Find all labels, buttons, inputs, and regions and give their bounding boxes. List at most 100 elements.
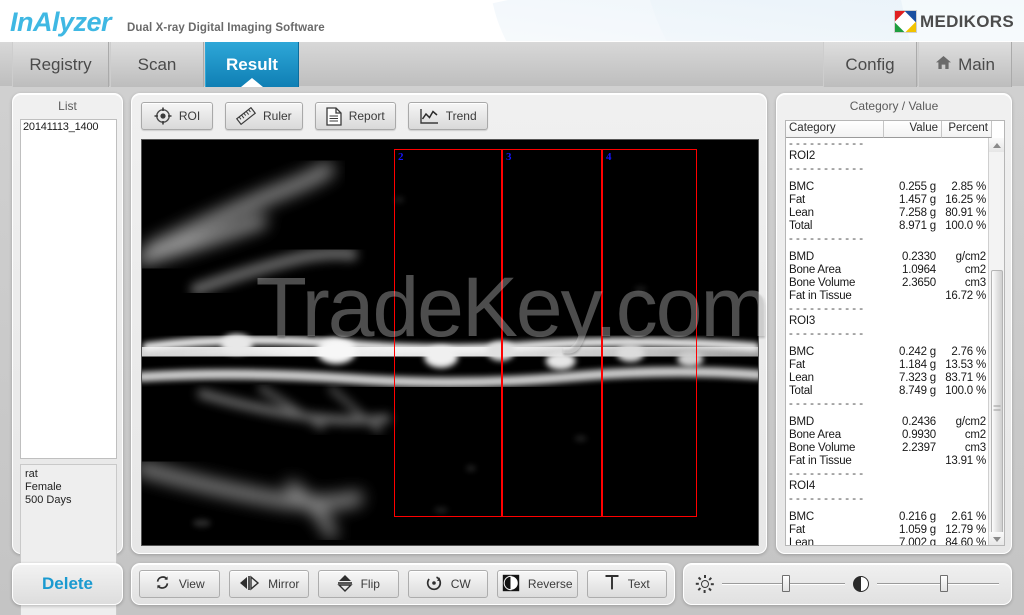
trend-button-label: Trend — [445, 109, 477, 123]
scroll-up-arrow-icon[interactable] — [989, 138, 1004, 152]
home-icon — [935, 55, 952, 75]
cell-percent: 83.71 % — [945, 372, 986, 384]
tab-main[interactable]: Main — [918, 42, 1012, 87]
subject-age: 500 Days — [25, 494, 72, 506]
table-row[interactable]: Lean 7.323 g 83.71 % — [786, 372, 989, 385]
table-group-header: ROI2 — [786, 150, 989, 163]
roi-label-2: 2 — [398, 151, 404, 163]
flip-vertical-icon — [336, 573, 353, 596]
tab-result[interactable]: Result — [205, 42, 299, 87]
rotate-clockwise-icon — [425, 574, 443, 595]
reverse-button-label: Reverse — [527, 577, 573, 591]
list-item[interactable]: 20141113_1400 — [21, 120, 116, 134]
cell-category: Lean — [789, 372, 814, 384]
cell-percent: 2.85 % — [951, 181, 986, 193]
cell-category: Fat in Tissue — [789, 455, 852, 467]
cell-category: Fat in Tissue — [789, 290, 852, 302]
crosshair-target-icon — [154, 107, 172, 125]
table-row[interactable]: Total 8.971 g 100.0 % — [786, 220, 989, 233]
cell-value: 0.2436 — [902, 416, 936, 428]
cell-percent: cm3 — [964, 277, 986, 289]
table-row[interactable]: Fat in Tissue 16.72 % — [786, 290, 989, 303]
ruler-button-label: Ruler — [263, 109, 292, 123]
cell-value — [868, 290, 936, 303]
table-group-header: ROI4 — [786, 480, 989, 493]
tab-registry[interactable]: Registry — [12, 42, 109, 87]
table-row[interactable]: BMC 0.242 g 2.76 % — [786, 346, 989, 359]
table-body[interactable]: - - - - - - - - - - - ROI2- - - - - - - -… — [786, 138, 989, 545]
brand-block: MEDIKORS — [893, 10, 1014, 33]
view-button[interactable]: View — [139, 570, 220, 598]
cell-value: 0.242 g — [899, 346, 936, 358]
roi-box-4[interactable]: 4 — [602, 149, 697, 517]
cell-percent: 2.76 % — [951, 346, 986, 358]
cell-category: BMC — [789, 346, 814, 358]
brightness-sun-icon — [695, 575, 714, 593]
ruler-icon — [236, 107, 256, 125]
brightness-slider-thumb[interactable] — [781, 575, 790, 592]
contrast-slider[interactable] — [876, 574, 999, 594]
trend-button[interactable]: Trend — [407, 102, 488, 130]
table-row[interactable]: Bone Volume 2.3650 cm3 — [786, 277, 989, 290]
table-row[interactable]: Fat 1.457 g 16.25 % — [786, 194, 989, 207]
table-row[interactable]: BMC 0.216 g 2.61 % — [786, 511, 989, 524]
contrast-slider-track — [876, 583, 999, 585]
delete-button-label: Delete — [41, 574, 94, 593]
document-icon — [326, 106, 342, 126]
image-viewer-panel: ROI Ruler Report Trend 2 3 4 — [131, 93, 767, 554]
text-button[interactable]: Text — [586, 570, 667, 598]
cell-category: Bone Volume — [789, 277, 856, 289]
table-group-name: ROI2 — [789, 150, 816, 162]
table-row[interactable]: Lean 7.002 g 84.60 % — [786, 537, 989, 545]
text-tool-icon — [604, 574, 620, 594]
table-row[interactable]: Bone Area 0.9930 cm2 — [786, 429, 989, 442]
scroll-down-arrow-icon[interactable] — [989, 532, 1004, 545]
xray-image[interactable]: 2 3 4 — [141, 139, 759, 546]
cell-percent: cm2 — [964, 264, 986, 276]
table-separator: - - - - - - - - - - - — [789, 328, 864, 340]
cell-percent: cm2 — [964, 429, 986, 441]
cell-percent: cm3 — [964, 442, 986, 454]
table-row[interactable]: Lean 7.258 g 80.91 % — [786, 207, 989, 220]
report-button[interactable]: Report — [314, 102, 396, 130]
table-separator: - - - - - - - - - - - — [789, 138, 864, 150]
cw-button[interactable]: CW — [407, 570, 488, 598]
cw-button-label: CW — [450, 577, 471, 591]
mirror-button[interactable]: Mirror — [228, 570, 309, 598]
tab-scan[interactable]: Scan — [110, 42, 204, 87]
brightness-slider[interactable] — [722, 574, 845, 594]
table-row[interactable]: Total 8.749 g 100.0 % — [786, 385, 989, 398]
roi-button-label: ROI — [178, 109, 201, 123]
tab-config[interactable]: Config — [823, 42, 917, 87]
table-separator: - - - - - - - - - - - — [789, 398, 864, 410]
cell-category: BMC — [789, 511, 814, 523]
table-separator: - - - - - - - - - - - — [789, 468, 864, 480]
table-row[interactable]: BMD 0.2330 g/cm2 — [786, 251, 989, 264]
table-row[interactable]: Fat in Tissue 13.91 % — [786, 455, 989, 468]
table-row[interactable]: Fat 1.184 g 13.53 % — [786, 359, 989, 372]
cell-category: BMD — [789, 416, 814, 428]
table-scrollbar[interactable] — [988, 138, 1004, 545]
delete-button[interactable]: Delete — [12, 563, 123, 605]
image-adjustment-bar — [683, 563, 1012, 605]
app-header: InAlyzer Dual X-ray Digital Imaging Soft… — [0, 0, 1024, 41]
table-row[interactable]: Bone Volume 2.2397 cm3 — [786, 442, 989, 455]
scan-list[interactable]: 20141113_1400 — [20, 119, 117, 459]
text-button-label: Text — [627, 577, 650, 591]
contrast-slider-thumb[interactable] — [939, 575, 948, 592]
roi-button[interactable]: ROI — [141, 102, 213, 130]
table-separator: - - - - - - - - - - - — [789, 493, 864, 505]
table-row[interactable]: Bone Area 1.0964 cm2 — [786, 264, 989, 277]
reverse-button[interactable]: Reverse — [497, 570, 578, 598]
cell-percent: 100.0 % — [945, 220, 986, 232]
table-row[interactable]: BMD 0.2436 g/cm2 — [786, 416, 989, 429]
scrollbar-thumb[interactable] — [991, 269, 1003, 545]
flip-button[interactable]: Flip — [318, 570, 399, 598]
results-table: Category Value Percent - - - - - - - - -… — [785, 120, 1005, 546]
cell-value: 8.749 g — [899, 385, 936, 397]
ruler-button[interactable]: Ruler — [225, 102, 303, 130]
table-row[interactable]: Fat 1.059 g 12.79 % — [786, 524, 989, 537]
roi-box-2[interactable]: 2 — [394, 149, 502, 517]
table-row[interactable]: BMC 0.255 g 2.85 % — [786, 181, 989, 194]
roi-box-3[interactable]: 3 — [502, 149, 602, 517]
